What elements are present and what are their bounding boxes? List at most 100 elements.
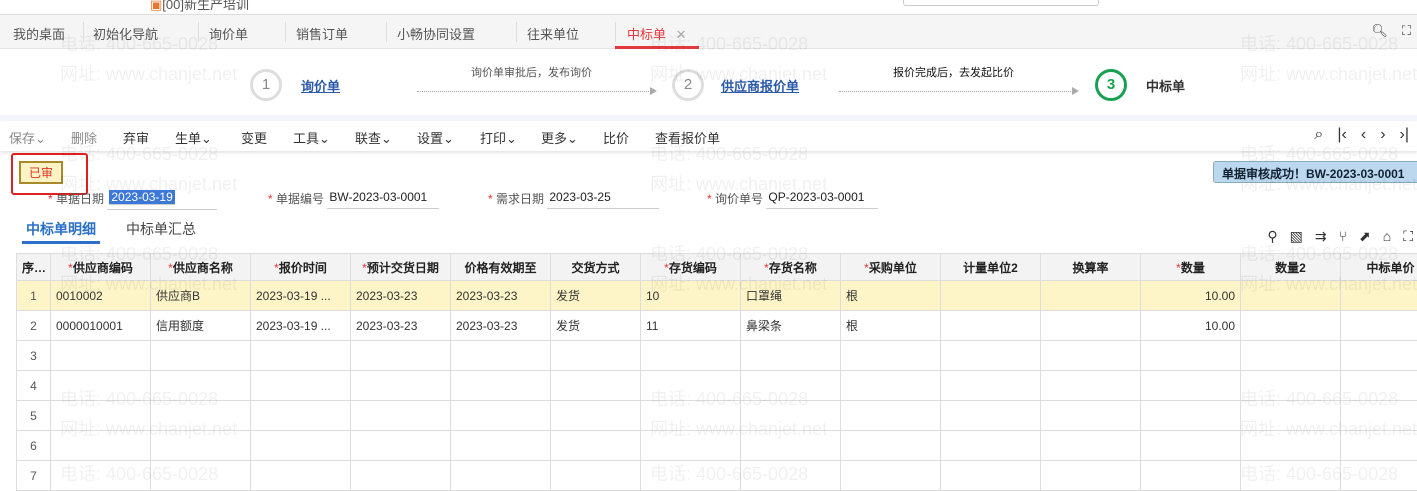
grid-cell[interactable] [1041, 371, 1141, 401]
locate-icon[interactable]: ⚲ [1267, 228, 1277, 245]
grid-cell[interactable] [51, 341, 151, 371]
tab-summary[interactable]: 中标单汇总 [126, 219, 196, 239]
grid-cell[interactable] [1241, 281, 1341, 311]
generate-button[interactable]: 生单⌄ [175, 128, 212, 147]
table-row[interactable]: 10010002供应商B2023-03-19 ...2023-03-232023… [17, 281, 1417, 311]
search-icon[interactable]: 🔍︎ [1371, 23, 1388, 39]
grid-cell[interactable] [941, 431, 1041, 461]
grid-cell[interactable] [451, 461, 551, 491]
warehouse-icon[interactable]: ⌂ [1383, 228, 1391, 245]
grid-cell[interactable] [941, 401, 1041, 431]
grid-cell[interactable] [641, 461, 741, 491]
grid-cell[interactable]: 根 [841, 311, 941, 341]
column-header[interactable]: *供应商编码 [51, 254, 151, 281]
table-row[interactable]: 5 [17, 401, 1417, 431]
grid-cell[interactable] [351, 431, 451, 461]
grid-cell[interactable] [1241, 311, 1341, 341]
grid-cell[interactable] [151, 401, 251, 431]
grid-cell[interactable] [641, 371, 741, 401]
column-header[interactable]: 换算率 [1041, 254, 1141, 281]
batch-icon[interactable]: ▧ [1290, 228, 1303, 245]
step-inquiry-link[interactable]: 询价单 [301, 76, 340, 95]
table-row[interactable]: 20000010001信用额度2023-03-19 ...2023-03-232… [17, 311, 1417, 341]
grid-cell[interactable] [1341, 431, 1417, 461]
grid-cell[interactable]: 口罩绳 [741, 281, 841, 311]
grid-cell[interactable]: 0. [1341, 311, 1417, 341]
grid-cell[interactable] [841, 401, 941, 431]
grid-cell[interactable] [641, 401, 741, 431]
linked-query-button[interactable]: 联查⌄ [355, 128, 392, 147]
grid-cell[interactable] [1141, 431, 1241, 461]
grid-cell[interactable] [1241, 461, 1341, 491]
unapprove-button[interactable]: 弃审 [123, 128, 149, 147]
grid-cell[interactable] [1141, 461, 1241, 491]
settings-button[interactable]: 设置⌄ [417, 128, 454, 147]
grid-cell[interactable] [741, 401, 841, 431]
grid-cell[interactable] [941, 371, 1041, 401]
grid-cell[interactable] [1341, 341, 1417, 371]
grid-cell[interactable] [1141, 341, 1241, 371]
doc-date-input[interactable]: 2023-03-19 [109, 190, 174, 205]
grid-cell[interactable] [51, 401, 151, 431]
grid-cell[interactable]: 11 [641, 311, 741, 341]
tab-partners[interactable]: 往来单位 [527, 24, 579, 43]
tools-button[interactable]: 工具⌄ [293, 128, 330, 147]
grid-cell[interactable] [1241, 341, 1341, 371]
grid-cell[interactable] [251, 401, 351, 431]
column-header[interactable]: *供应商名称 [151, 254, 251, 281]
table-row[interactable]: 7 [17, 461, 1417, 491]
grid-cell[interactable] [151, 461, 251, 491]
grid-cell[interactable] [941, 341, 1041, 371]
grid-cell[interactable] [351, 461, 451, 491]
grid-cell[interactable] [551, 401, 641, 431]
fill-icon[interactable]: ⇉ [1315, 228, 1327, 245]
grid-cell[interactable]: 10.00 [1141, 281, 1241, 311]
tab-sales-order[interactable]: 销售订单 [296, 24, 348, 43]
print-button[interactable]: 打印⌄ [480, 128, 517, 147]
view-quotes-button[interactable]: 查看报价单 [655, 128, 720, 147]
grid-cell[interactable]: 根 [841, 281, 941, 311]
grid-cell[interactable] [1341, 371, 1417, 401]
grid-cell[interactable] [451, 401, 551, 431]
column-header[interactable]: 交货方式 [551, 254, 641, 281]
expand-icon[interactable]: ⛶ [1403, 228, 1413, 245]
grid-cell[interactable] [941, 311, 1041, 341]
table-row[interactable]: 6 [17, 431, 1417, 461]
grid-cell[interactable] [1241, 401, 1341, 431]
grid-cell[interactable]: 0000010001 [51, 311, 151, 341]
grid-cell[interactable] [841, 371, 941, 401]
grid-cell[interactable]: 发货 [551, 281, 641, 311]
grid-cell[interactable] [1141, 401, 1241, 431]
preview-icon[interactable]: ⌕ [1314, 126, 1323, 144]
column-header[interactable]: *数量 [1141, 254, 1241, 281]
grid-cell[interactable] [251, 431, 351, 461]
grid-cell[interactable] [1041, 281, 1141, 311]
grid-cell[interactable] [251, 371, 351, 401]
grid-cell[interactable] [551, 431, 641, 461]
doc-date-field[interactable]: * 单据日期 2023-03-19 [48, 190, 217, 210]
grid-cell[interactable] [451, 431, 551, 461]
grid-cell[interactable] [741, 431, 841, 461]
tab-desktop[interactable]: 我的桌面 [13, 24, 65, 43]
column-header[interactable]: *报价时间 [251, 254, 351, 281]
table-row[interactable]: 3 [17, 341, 1417, 371]
grid-cell[interactable]: 2023-03-23 [451, 311, 551, 341]
grid-cell[interactable] [1341, 401, 1417, 431]
grid-cell[interactable] [1041, 401, 1141, 431]
grid-cell[interactable] [151, 341, 251, 371]
more-button[interactable]: 更多⌄ [541, 128, 578, 147]
grid-cell[interactable]: 2023-03-23 [451, 281, 551, 311]
tab-collab-settings[interactable]: 小畅协同设置 [397, 24, 475, 43]
column-header[interactable]: 价格有效期至 [451, 254, 551, 281]
grid-cell[interactable] [841, 431, 941, 461]
grid-cell[interactable] [1241, 431, 1341, 461]
company-name[interactable]: ▣[00]新生产培训 [150, 0, 249, 13]
grid-cell[interactable] [1241, 371, 1341, 401]
grid-cell[interactable] [351, 371, 451, 401]
grid-cell[interactable]: 10 [641, 281, 741, 311]
grid-cell[interactable] [741, 371, 841, 401]
split-icon[interactable]: ⑂ [1339, 228, 1347, 245]
tab-init-nav[interactable]: 初始化导航 [93, 24, 158, 43]
grid-cell[interactable]: 2023-03-19 ... [251, 281, 351, 311]
grid-cell[interactable] [251, 341, 351, 371]
